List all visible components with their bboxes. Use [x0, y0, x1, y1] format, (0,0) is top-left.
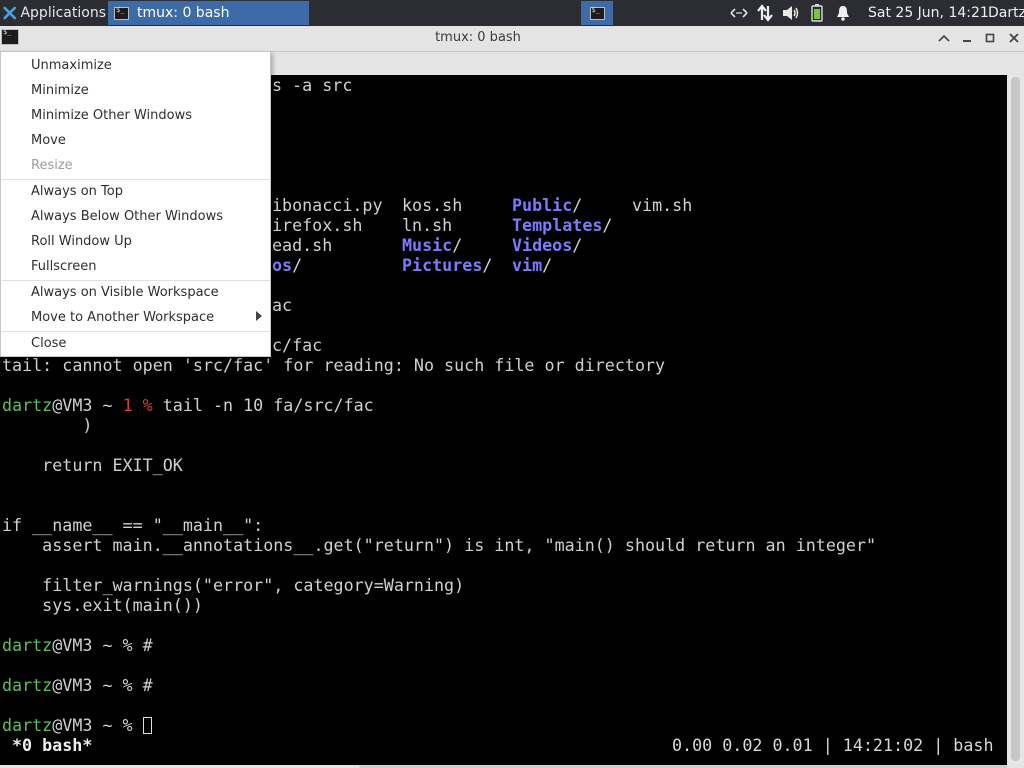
- ls-dir-entry: Music/: [402, 235, 463, 255]
- ls-entry: kos.sh: [402, 195, 463, 215]
- volume-icon[interactable]: [778, 0, 804, 26]
- ls-dir-entry: Videos/: [512, 235, 583, 255]
- menu-separator: [2, 331, 270, 332]
- applications-label: Applications: [20, 5, 106, 21]
- window-context-menu: Unmaximize Minimize Minimize Other Windo…: [0, 51, 271, 357]
- terminal-line: ac: [272, 295, 293, 315]
- shade-up-icon[interactable]: [936, 30, 952, 46]
- panel-clock[interactable]: Sat 25 Jun, 14:21: [868, 0, 989, 26]
- menu-separator: [2, 280, 270, 281]
- network-arrows-icon[interactable]: [726, 0, 752, 26]
- window-titlebar[interactable]: tmux: 0 bash: [0, 26, 1024, 52]
- terminal-error-line: tail: cannot open 'src/fac' for reading:…: [2, 355, 666, 375]
- window-title: tmux: 0 bash: [435, 30, 521, 45]
- ls-dir-entry: vim/: [512, 255, 553, 275]
- top-panel: Applications tmux: 0 bash Sat 25 Jun, 14…: [0, 0, 1024, 26]
- menu-item-always-below[interactable]: Always Below Other Windows: [31, 207, 223, 227]
- taskbar-button-tmux[interactable]: tmux: 0 bash: [108, 1, 309, 25]
- applications-menu-button[interactable]: Applications: [0, 0, 106, 26]
- ls-dir-entry: os/: [272, 255, 303, 275]
- code-line: return EXIT_OK: [2, 455, 183, 475]
- maximize-icon[interactable]: [982, 30, 998, 46]
- tmux-window-list[interactable]: *0 bash*: [12, 735, 92, 755]
- taskbar-button-label: tmux: 0 bash: [137, 5, 230, 21]
- ls-entry: ead.sh: [272, 235, 333, 255]
- menu-item-unmaximize[interactable]: Unmaximize: [31, 56, 112, 76]
- terminal-line: c/fac: [272, 335, 323, 355]
- menu-item-visible-workspace[interactable]: Always on Visible Workspace: [31, 283, 219, 303]
- panel-username[interactable]: Dartz: [988, 0, 1024, 26]
- minimize-icon[interactable]: [959, 30, 975, 46]
- bell-icon[interactable]: [830, 0, 856, 26]
- terminal-scrollbar[interactable]: [1007, 75, 1024, 765]
- menu-item-always-on-top[interactable]: Always on Top: [31, 182, 123, 202]
- code-line: sys.exit(main()): [2, 595, 203, 615]
- terminal-icon: [114, 6, 129, 20]
- terminal-prompt-line: dartz@VM3 ~ % #: [2, 635, 153, 655]
- menu-item-move-to-workspace[interactable]: Move to Another Workspace: [31, 308, 214, 328]
- battery-icon[interactable]: [804, 0, 830, 26]
- code-line: ): [2, 415, 93, 435]
- ls-entry: ibonacci.py: [272, 195, 383, 215]
- menu-item-minimize[interactable]: Minimize: [31, 81, 89, 101]
- terminal-icon: [589, 6, 605, 20]
- menu-item-roll-up[interactable]: Roll Window Up: [31, 232, 132, 252]
- ls-dir-entry: Pictures/: [402, 255, 493, 275]
- terminal-line: s -a src: [272, 75, 353, 95]
- menu-separator: [2, 179, 270, 180]
- terminal-prompt-line: dartz@VM3 ~ % #: [2, 675, 153, 695]
- code-line: if __name__ == "__main__":: [2, 515, 264, 535]
- ls-entry: vim.sh: [632, 195, 693, 215]
- scrollbar-thumb[interactable]: [1011, 77, 1020, 761]
- workspace-switcher-button[interactable]: [581, 1, 613, 25]
- menu-item-minimize-others[interactable]: Minimize Other Windows: [31, 106, 192, 126]
- ls-entry: irefox.sh: [272, 215, 363, 235]
- system-tray: [726, 0, 856, 26]
- transfer-icon[interactable]: [752, 0, 778, 26]
- code-line: filter_warnings("error", category=Warnin…: [2, 575, 465, 595]
- ls-dir-entry: Templates/: [512, 215, 613, 235]
- menu-item-resize: Resize: [31, 158, 73, 173]
- ls-output-row: ibonacci.py: [272, 195, 383, 215]
- terminal-prompt-line: dartz@VM3 ~ 1 % tail -n 10 fa/src/fac: [2, 395, 374, 415]
- ls-entry: ln.sh: [402, 215, 453, 235]
- ls-dir-entry: Public/: [512, 195, 583, 215]
- menu-item-close[interactable]: Close: [31, 334, 66, 354]
- menu-item-move[interactable]: Move: [31, 131, 66, 151]
- tmux-status-right: 0.00 0.02 0.01 | 14:21:02 | bash: [672, 735, 994, 755]
- menu-item-fullscreen[interactable]: Fullscreen: [31, 257, 96, 277]
- code-line: assert main.__annotations__.get("return"…: [2, 535, 877, 555]
- terminal-prompt-line[interactable]: dartz@VM3 ~ %: [2, 715, 152, 735]
- terminal-cursor: [142, 717, 152, 734]
- xfce-logo-icon: [3, 6, 17, 20]
- close-icon[interactable]: [1006, 30, 1022, 46]
- submenu-arrow-icon: [256, 311, 262, 321]
